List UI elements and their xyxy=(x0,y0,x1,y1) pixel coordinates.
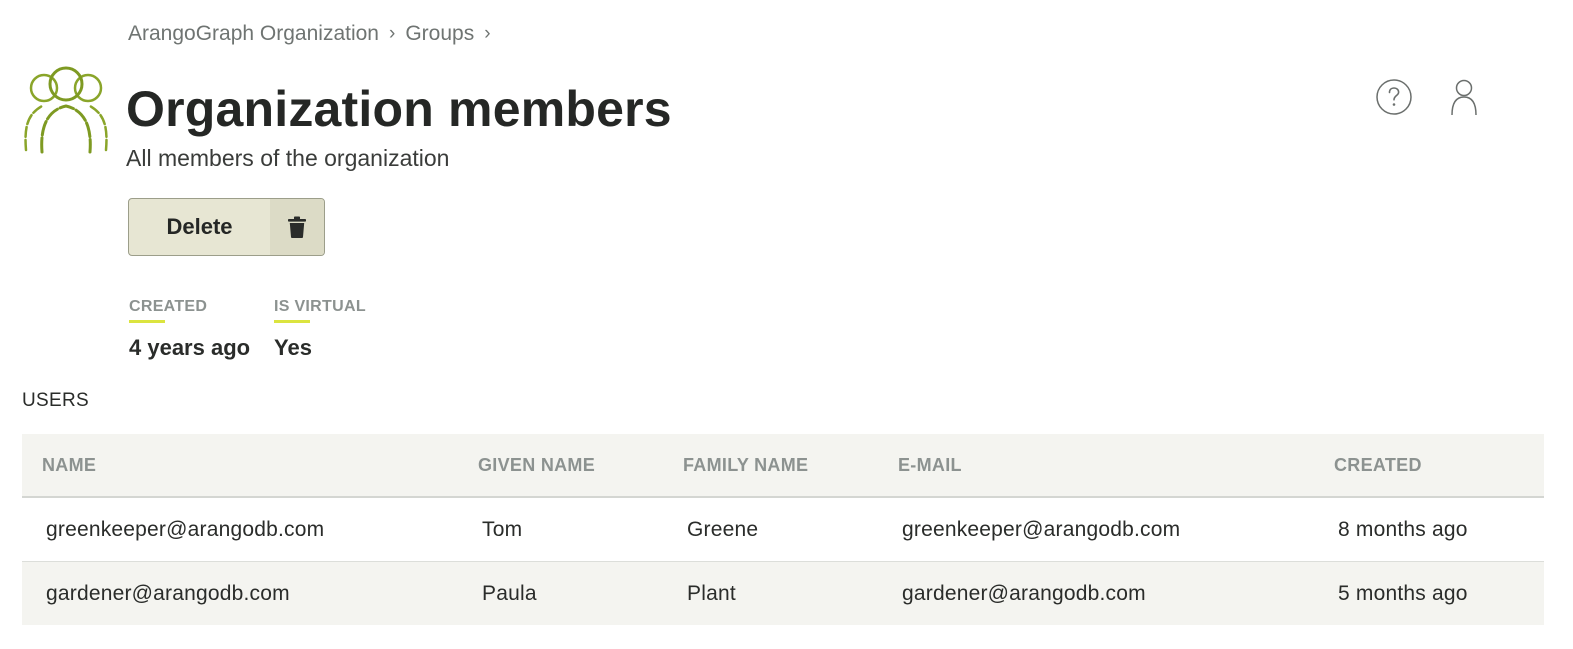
delete-button-label: Delete xyxy=(166,214,233,239)
cell-given-name: Paula xyxy=(482,581,537,605)
meta-created-value: 4 years ago xyxy=(129,335,251,360)
column-header-email[interactable]: E-MAIL xyxy=(878,455,1314,476)
meta-is-virtual: IS VIRTUAL Yes xyxy=(274,298,366,361)
breadcrumb: ArangoGraph Organization › Groups › xyxy=(128,22,501,46)
cell-created: 8 months ago xyxy=(1338,517,1468,541)
column-header-name[interactable]: NAME xyxy=(22,455,458,476)
cell-name: gardener@arangodb.com xyxy=(46,581,290,605)
meta-created: CREATED 4 years ago xyxy=(129,298,250,361)
users-group-icon xyxy=(20,64,112,154)
users-table: NAME GIVEN NAME FAMILY NAME E-MAIL CREAT… xyxy=(22,434,1544,625)
cell-family-name: Greene xyxy=(687,517,759,541)
meta-is-virtual-label: IS VIRTUAL xyxy=(274,298,366,315)
delete-button[interactable]: Delete xyxy=(128,198,325,256)
meta-is-virtual-value: Yes xyxy=(274,335,312,360)
breadcrumb-separator: › xyxy=(484,23,491,44)
table-header: NAME GIVEN NAME FAMILY NAME E-MAIL CREAT… xyxy=(22,434,1544,498)
cell-email: gardener@arangodb.com xyxy=(902,581,1146,605)
column-header-created[interactable]: CREATED xyxy=(1314,455,1544,476)
user-icon[interactable] xyxy=(1445,78,1483,116)
meta-underline xyxy=(129,320,165,323)
column-header-given-name[interactable]: GIVEN NAME xyxy=(458,455,663,476)
cell-created: 5 months ago xyxy=(1338,581,1468,605)
help-icon[interactable] xyxy=(1375,78,1413,116)
table-row[interactable]: gardener@arangodb.com Paula Plant garden… xyxy=(22,562,1544,625)
column-header-family-name[interactable]: FAMILY NAME xyxy=(663,455,878,476)
breadcrumb-item-organization[interactable]: ArangoGraph Organization xyxy=(128,22,379,46)
breadcrumb-separator: › xyxy=(389,23,396,44)
cell-given-name: Tom xyxy=(482,517,523,541)
trash-icon xyxy=(270,199,324,255)
breadcrumb-item-groups[interactable]: Groups xyxy=(405,22,474,46)
users-section-title: USERS xyxy=(22,390,89,411)
meta-created-label: CREATED xyxy=(129,298,208,315)
top-icons xyxy=(1375,78,1483,116)
cell-family-name: Plant xyxy=(687,581,736,605)
page-title: Organization members xyxy=(126,81,672,137)
meta-underline xyxy=(274,320,310,323)
page-subtitle: All members of the organization xyxy=(126,145,450,171)
cell-name: greenkeeper@arangodb.com xyxy=(46,517,325,541)
cell-email: greenkeeper@arangodb.com xyxy=(902,517,1181,541)
table-row[interactable]: greenkeeper@arangodb.com Tom Greene gree… xyxy=(22,498,1544,562)
